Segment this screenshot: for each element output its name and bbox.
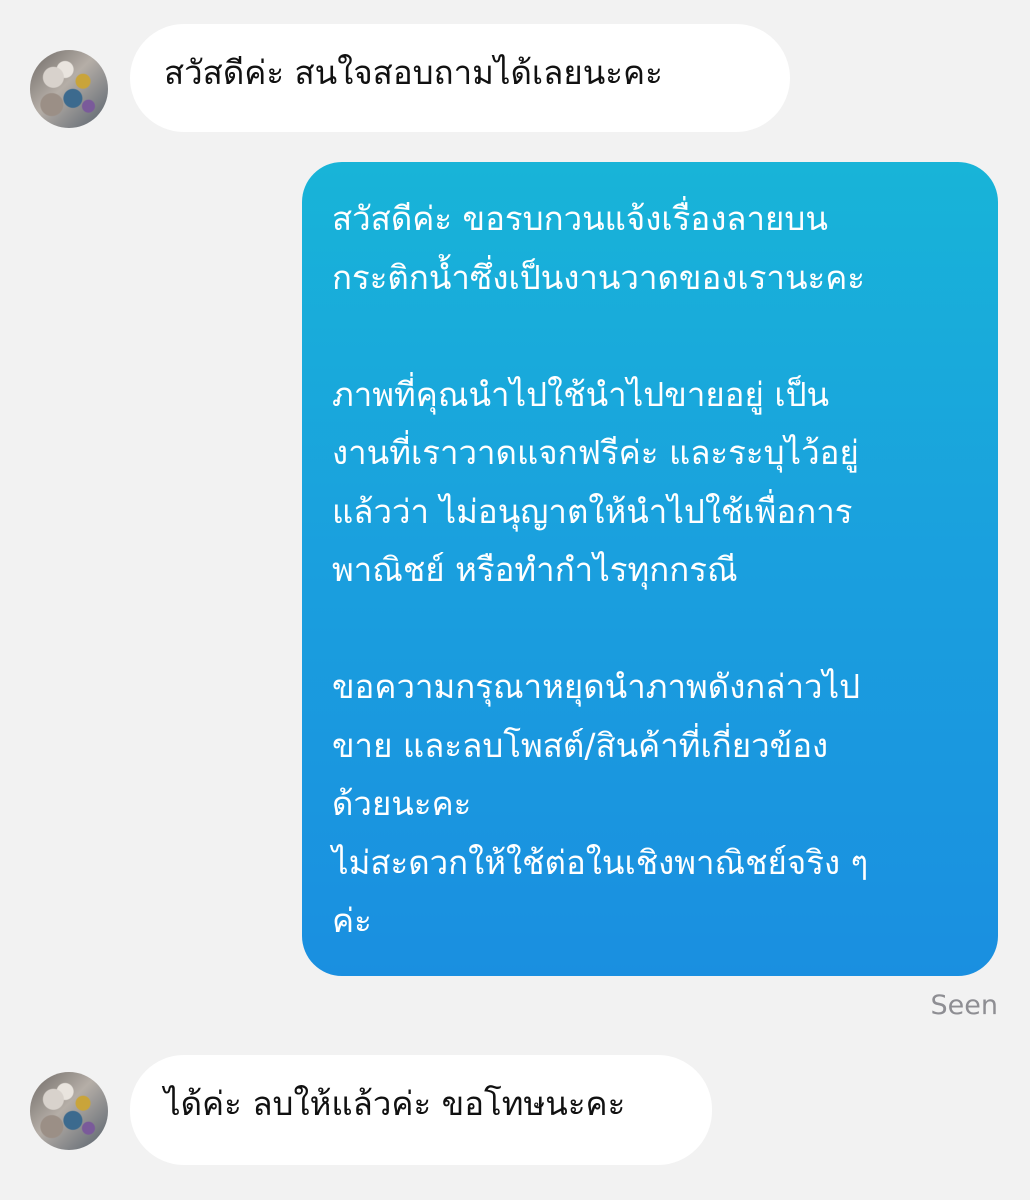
outgoing-message-paragraph-2: ภาพที่คุณนำไปใช้นำไปขายอยู่ เป็น งานที่เ… — [332, 374, 859, 590]
incoming-message-bubble[interactable]: ได้ค่ะ ลบให้แล้วค่ะ ขอโทษนะคะ — [130, 1055, 712, 1165]
outgoing-message-bubble[interactable]: สวัสดีค่ะ ขอรบกวนแจ้งเรื่องลายบน กระติกน… — [302, 162, 998, 976]
outgoing-message-paragraph-1: สวัสดีค่ะ ขอรบกวนแจ้งเรื่องลายบน กระติกน… — [332, 199, 866, 297]
seen-status: Seen — [930, 990, 998, 1021]
contact-avatar[interactable] — [30, 50, 108, 128]
outgoing-message-paragraph-spacer — [332, 307, 972, 366]
incoming-message-bubble[interactable]: สวัสดีค่ะ สนใจสอบถามได้เลยนะคะ — [130, 24, 790, 132]
outgoing-message-paragraph-spacer — [332, 600, 972, 659]
incoming-message-text: สวัสดีค่ะ สนใจสอบถามได้เลยนะคะ — [164, 53, 663, 92]
outgoing-message-paragraph-3: ขอความกรุณาหยุดนำภาพดังกล่าวไป ขาย และลบ… — [332, 667, 869, 940]
contact-avatar[interactable] — [30, 1072, 108, 1150]
incoming-message-text: ได้ค่ะ ลบให้แล้วค่ะ ขอโทษนะคะ — [164, 1084, 626, 1123]
